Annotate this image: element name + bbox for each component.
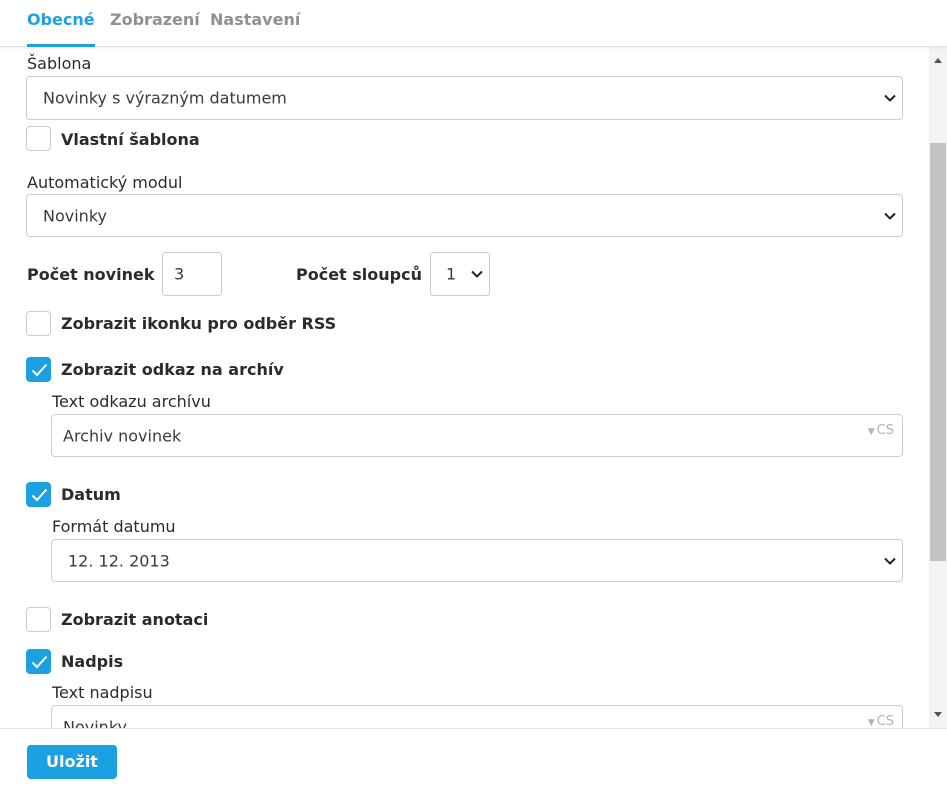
scroll-up-icon[interactable] (933, 56, 943, 64)
template-select-value: Novinky s výrazným datumem (43, 88, 287, 108)
auto-module-select[interactable]: Novinky (26, 194, 903, 237)
template-select[interactable]: Novinky s výrazným datumem (26, 76, 903, 120)
news-count-value: 3 (174, 264, 185, 284)
archive-text-label: Text odkazu archívu (52, 392, 211, 411)
heading-text-input[interactable]: Novinky ▼ CS (51, 705, 903, 728)
heading-text-value: Novinky (63, 717, 127, 728)
date-format-value: 12. 12. 2013 (68, 551, 170, 570)
footer-bar: Uložit (0, 728, 947, 793)
date-checkbox[interactable] (26, 482, 51, 507)
archive-link-checkbox[interactable] (26, 357, 51, 382)
check-icon (31, 488, 48, 502)
scrollbar-thumb[interactable] (930, 143, 946, 561)
tab-settings[interactable]: Nastavení (210, 10, 300, 47)
archive-text-value: Archiv novinek (63, 426, 182, 445)
archive-text-input[interactable]: Archiv novinek ▼ CS (51, 414, 903, 457)
caret-down-icon: ▼ (867, 427, 875, 437)
columns-select[interactable]: 1 (430, 252, 490, 296)
scroll-down-icon[interactable] (933, 711, 943, 719)
date-format-label: Formát datumu (52, 517, 176, 536)
custom-template-checkbox[interactable] (26, 126, 51, 151)
heading-text-label: Text nadpisu (52, 683, 153, 702)
check-icon (31, 363, 48, 377)
columns-select-value: 1 (446, 264, 457, 284)
heading-label: Nadpis (61, 652, 124, 671)
news-count-label: Počet novinek (27, 265, 155, 284)
heading-checkbox[interactable] (26, 649, 51, 674)
language-switch[interactable]: ▼ CS (868, 423, 894, 438)
form-content: Šablona Novinky s výrazným datumem Vlast… (0, 47, 929, 728)
language-code: CS (876, 423, 894, 438)
date-label: Datum (61, 485, 121, 504)
auto-module-select-value: Novinky (43, 206, 107, 225)
tab-bar: Obecné Zobrazení Nastavení (0, 0, 947, 47)
custom-template-label: Vlastní šablona (61, 130, 200, 149)
rss-checkbox[interactable] (26, 311, 51, 336)
columns-label: Počet sloupců (296, 265, 422, 284)
chevron-down-icon (884, 212, 896, 220)
tab-general[interactable]: Obecné (27, 10, 95, 47)
save-button[interactable]: Uložit (27, 745, 117, 779)
date-format-select[interactable]: 12. 12. 2013 (51, 539, 903, 582)
language-code: CS (876, 714, 894, 728)
template-label: Šablona (27, 54, 92, 73)
chevron-down-icon (471, 270, 483, 278)
archive-link-label: Zobrazit odkaz na archív (61, 360, 284, 379)
check-icon (31, 655, 48, 669)
rss-label: Zobrazit ikonku pro odběr RSS (61, 314, 337, 333)
news-count-input[interactable]: 3 (162, 252, 222, 296)
tab-display[interactable]: Zobrazení (110, 10, 200, 47)
annotation-checkbox[interactable] (26, 607, 51, 632)
language-switch[interactable]: ▼ CS (868, 714, 894, 728)
auto-module-label: Automatický modul (27, 173, 183, 192)
chevron-down-icon (884, 94, 896, 102)
annotation-label: Zobrazit anotaci (61, 610, 209, 629)
chevron-down-icon (884, 557, 896, 565)
caret-down-icon: ▼ (867, 718, 875, 728)
